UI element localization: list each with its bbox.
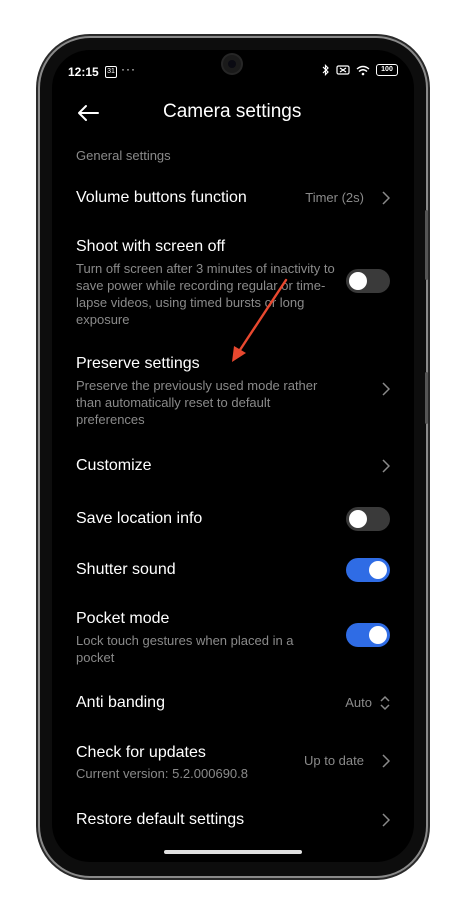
shutter-sound-toggle[interactable] (346, 558, 390, 582)
setting-customize[interactable]: Customize (76, 456, 390, 476)
status-bar: 12:15 31 ··· 100 (68, 62, 398, 82)
screen: 12:15 31 ··· 100 Camera settings General… (52, 50, 414, 862)
setting-description: Current version: 5.2.000690.8 (76, 766, 248, 781)
setting-pocket-mode[interactable]: Pocket mode Lock touch gestures when pla… (76, 609, 390, 665)
status-icons: 100 (322, 64, 398, 76)
setting-value: Timer (2s) (305, 190, 364, 205)
setting-title: Restore default settings (76, 811, 245, 828)
bluetooth-icon (322, 64, 329, 76)
setting-anti-banding[interactable]: Anti banding Auto (76, 693, 390, 713)
setting-title: Anti banding (76, 694, 165, 711)
setting-description: Lock touch gestures when placed in a poc… (76, 633, 294, 665)
wifi-icon (356, 65, 370, 75)
setting-title: Shutter sound (76, 561, 176, 578)
more-notifications-icon: ··· (121, 62, 136, 76)
setting-restore-defaults[interactable]: Restore default settings (76, 810, 390, 830)
up-down-chevron-icon (380, 695, 390, 711)
setting-volume-buttons[interactable]: Volume buttons function Timer (2s) (76, 188, 390, 208)
setting-value: Up to date (304, 753, 364, 768)
setting-title: Save location info (76, 510, 203, 527)
setting-shutter-sound[interactable]: Shutter sound (76, 558, 390, 582)
mute-icon (336, 65, 350, 75)
setting-value: Auto (345, 695, 372, 710)
shoot-screen-off-toggle[interactable] (346, 269, 390, 293)
header: Camera settings (52, 98, 414, 128)
toggle-knob (369, 561, 387, 579)
save-location-toggle[interactable] (346, 507, 390, 531)
battery-icon: 100 (376, 64, 398, 76)
section-label-general: General settings (76, 148, 171, 163)
toggle-knob (349, 272, 367, 290)
setting-check-updates[interactable]: Check for updates Current version: 5.2.0… (76, 743, 390, 783)
setting-title: Shoot with screen off (76, 238, 226, 255)
setting-description: Turn off screen after 3 minutes of inact… (76, 261, 335, 327)
calendar-icon: 31 (105, 66, 117, 78)
pocket-mode-toggle[interactable] (346, 623, 390, 647)
toggle-knob (349, 510, 367, 528)
annotation-arrow-icon (232, 278, 288, 362)
page-title: Camera settings (163, 101, 302, 122)
home-indicator[interactable] (164, 850, 302, 854)
chevron-right-icon (382, 191, 390, 205)
back-arrow-icon[interactable] (76, 102, 100, 124)
volume-button (425, 210, 428, 280)
chevron-right-icon (382, 459, 390, 473)
chevron-right-icon (382, 813, 390, 827)
toggle-knob (369, 626, 387, 644)
status-time: 12:15 (68, 65, 99, 79)
setting-save-location[interactable]: Save location info (76, 507, 390, 531)
setting-title: Customize (76, 457, 152, 474)
power-button (425, 372, 428, 424)
chevron-right-icon (382, 754, 390, 768)
setting-description: Preserve the previously used mode rather… (76, 378, 318, 427)
setting-title: Pocket mode (76, 610, 170, 627)
chevron-right-icon (382, 382, 390, 396)
